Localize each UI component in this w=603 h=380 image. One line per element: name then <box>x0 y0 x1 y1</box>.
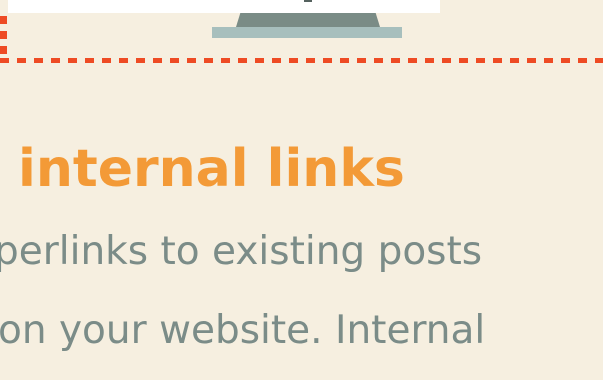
paragraph-line-1: perlinks to existing posts <box>0 229 483 274</box>
monitor-stand-icon <box>236 13 380 27</box>
dashed-border-left <box>0 16 7 60</box>
monitor-base-icon <box>212 27 402 38</box>
illustration-card <box>8 0 440 13</box>
illustration-detail <box>304 0 312 2</box>
article-section: internal links perlinks to existing post… <box>0 0 603 380</box>
section-heading: internal links <box>18 139 405 199</box>
paragraph-line-2: on your website. Internal <box>0 308 486 353</box>
dashed-border-bottom <box>0 58 603 63</box>
